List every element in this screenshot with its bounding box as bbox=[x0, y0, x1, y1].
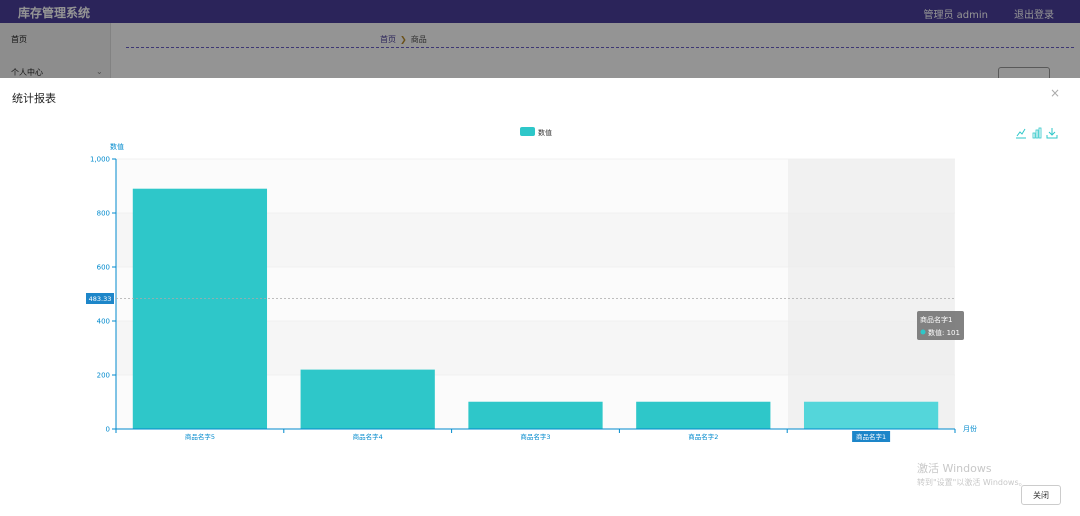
bar[interactable] bbox=[300, 369, 435, 429]
bar[interactable] bbox=[132, 188, 268, 429]
x-axis-label: 月份 bbox=[963, 424, 977, 433]
x-tick-label: 商品名字5 bbox=[185, 432, 215, 441]
windows-activation-watermark: 激活 Windows bbox=[917, 462, 992, 475]
axis-pointer-value: 483.33 bbox=[89, 295, 112, 303]
y-tick-label: 200 bbox=[97, 372, 110, 380]
windows-activation-hint: 转到"设置"以激活 Windows。 bbox=[917, 478, 1027, 487]
statistics-dialog: 统计报表 × 0 200 400 600 800 1,000 商品名字5 商品名字4 商品名字… bbox=[0, 78, 1080, 516]
legend-label: 数值 bbox=[538, 128, 552, 137]
bar[interactable] bbox=[468, 401, 603, 429]
bar-chart: 0 200 400 600 800 1,000 商品名字5 商品名字4 商品名字3 商品名字2 商… bbox=[86, 127, 1058, 442]
x-tick-label: 商品名字4 bbox=[353, 432, 383, 441]
y-tick-label: 1,000 bbox=[90, 156, 110, 164]
bar-chart-icon[interactable] bbox=[1032, 127, 1042, 139]
x-tick-label: 商品名字3 bbox=[520, 432, 550, 441]
legend-swatch[interactable] bbox=[520, 127, 535, 136]
x-tick-label: 商品名字1 bbox=[856, 432, 886, 441]
tooltip-series-marker bbox=[920, 329, 926, 335]
hover-shadow bbox=[788, 159, 955, 429]
chart-tooltip: 商品名字1 数值: 101 bbox=[917, 311, 964, 340]
tooltip-line: 数值: 101 bbox=[928, 328, 960, 337]
line-chart-icon[interactable] bbox=[1016, 128, 1026, 139]
download-icon[interactable] bbox=[1046, 128, 1058, 139]
y-axis-label: 数值 bbox=[110, 142, 124, 151]
bar[interactable] bbox=[803, 401, 939, 429]
y-tick-label: 800 bbox=[97, 210, 110, 218]
y-tick-label: 0 bbox=[106, 426, 110, 434]
y-tick-label: 400 bbox=[97, 318, 110, 326]
close-button[interactable]: 关闭 bbox=[1021, 485, 1061, 505]
tooltip-title: 商品名字1 bbox=[920, 315, 952, 324]
x-tick-label: 商品名字2 bbox=[688, 432, 718, 441]
y-tick-label: 600 bbox=[97, 264, 110, 272]
bar[interactable] bbox=[636, 401, 771, 429]
